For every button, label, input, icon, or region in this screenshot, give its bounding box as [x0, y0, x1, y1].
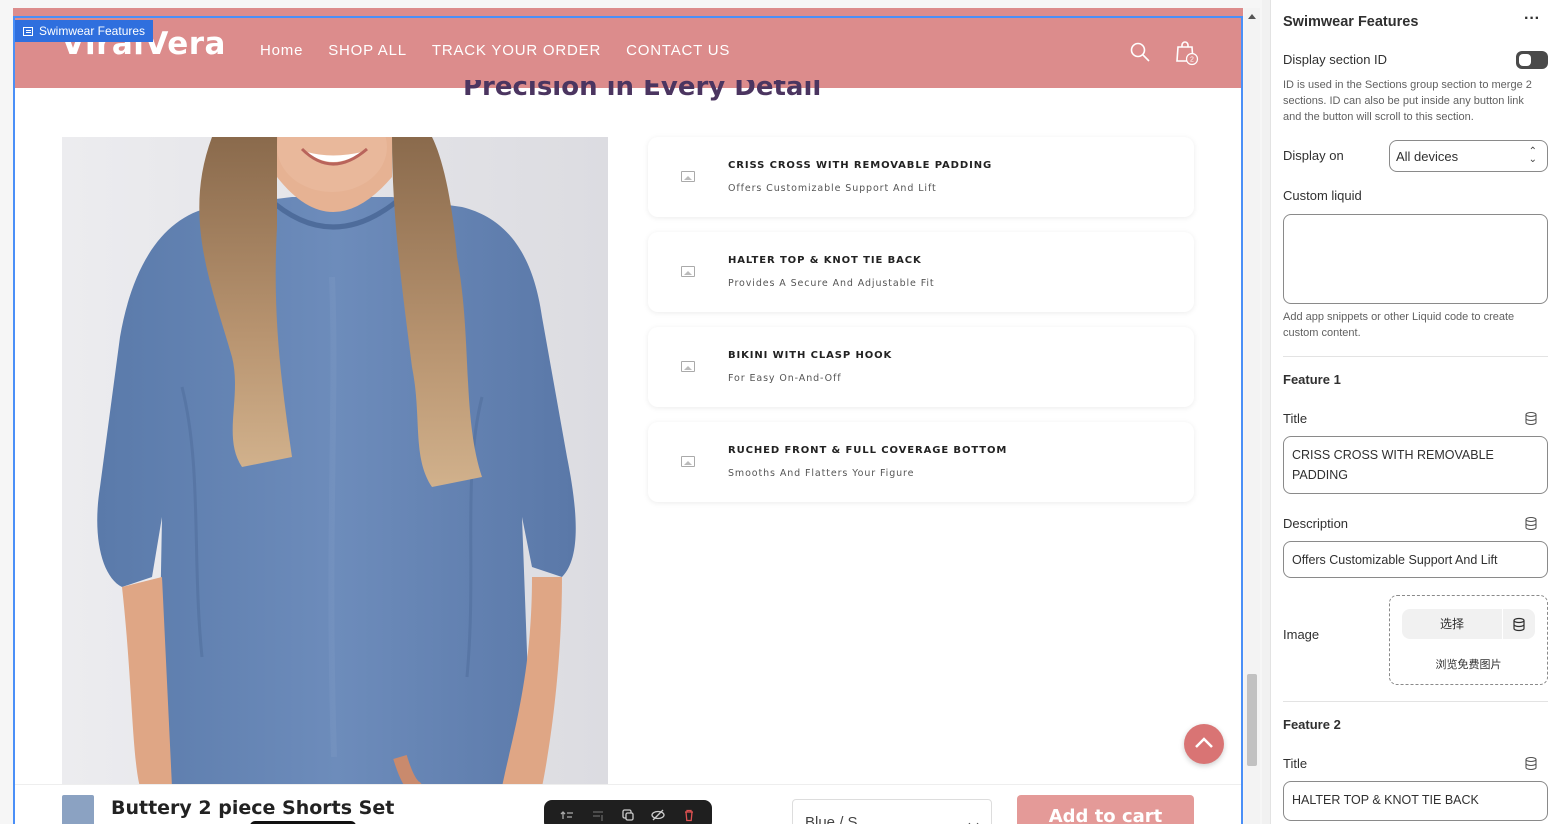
image-placeholder-icon — [681, 456, 695, 467]
display-section-id-help: ID is used in the Sections group section… — [1283, 79, 1532, 123]
more-options-button[interactable]: ··· — [1521, 11, 1543, 30]
feature-2-heading: Feature 2 — [1283, 717, 1341, 732]
image-placeholder-icon — [681, 266, 695, 277]
move-down-icon[interactable] — [591, 808, 605, 822]
sticky-product-title: Buttery 2 piece Shorts Set — [111, 797, 395, 819]
feature-title: RUCHED FRONT & FULL COVERAGE BOTTOM — [728, 445, 1008, 456]
search-icon[interactable] — [1130, 42, 1150, 62]
move-up-icon[interactable] — [560, 808, 574, 822]
dynamic-source-icon[interactable] — [1525, 412, 1537, 425]
feature-description: Smooths And Flatters Your Figure — [728, 468, 915, 479]
cart-icon[interactable]: 2 — [1173, 39, 1201, 67]
display-section-id-toggle[interactable] — [1516, 51, 1548, 69]
dynamic-source-icon[interactable] — [1525, 517, 1537, 530]
feature-description: For Easy On-And-Off — [728, 373, 842, 384]
scroll-to-top-button[interactable] — [1184, 724, 1224, 764]
hide-icon[interactable] — [651, 808, 666, 822]
feature-1-title-label: Title — [1283, 411, 1308, 426]
feature-1-description-label: Description — [1283, 516, 1349, 531]
add-to-cart-button[interactable]: Add to cart — [1017, 795, 1194, 824]
section-tag[interactable]: Swimwear Features — [15, 20, 154, 42]
preview-frame: ViralVera Home SHOP ALL TRACK YOUR ORDER… — [13, 8, 1243, 824]
feature-1-image-picker: 选择 浏览免费图片 — [1389, 595, 1548, 685]
section-icon — [23, 26, 33, 36]
custom-liquid-help: Add app snippets or other Liquid code to… — [1283, 311, 1515, 339]
custom-liquid-label: Custom liquid — [1283, 188, 1362, 203]
display-section-id-label: Display section ID — [1283, 52, 1388, 67]
chevron-up-icon — [1195, 737, 1213, 748]
dynamic-source-icon[interactable] — [1525, 757, 1537, 770]
choose-image-button[interactable]: 选择 — [1402, 609, 1502, 639]
feature-title: HALTER TOP & KNOT TIE BACK — [728, 255, 922, 266]
feature-card[interactable]: RUCHED FRONT & FULL COVERAGE BOTTOM Smoo… — [648, 422, 1194, 502]
feature-title: BIKINI WITH CLASP HOOK — [728, 350, 893, 361]
product-image — [62, 137, 608, 787]
display-on-select[interactable]: All devices ⌃ ⌄ — [1389, 140, 1548, 172]
feature-1-title-input[interactable]: CRISS CROSS WITH REMOVABLE PADDING — [1283, 436, 1548, 494]
variant-select[interactable]: Blue / S — [792, 799, 992, 824]
delete-icon[interactable] — [682, 808, 696, 822]
divider — [1283, 701, 1548, 702]
feature-description: Offers Customizable Support And Lift — [728, 183, 937, 194]
panel-title: Swimwear Features — [1283, 14, 1419, 30]
nav-shop-all[interactable]: SHOP ALL — [328, 42, 407, 59]
nav-home[interactable]: Home — [260, 42, 303, 59]
feature-card[interactable]: HALTER TOP & KNOT TIE BACK Provides A Se… — [648, 232, 1194, 312]
feature-card[interactable]: CRISS CROSS WITH REMOVABLE PADDING Offer… — [648, 137, 1194, 217]
select-arrows-icon: ⌃ ⌄ — [1528, 146, 1537, 165]
feature-1-image-label: Image — [1283, 627, 1320, 642]
preview-scrollbar[interactable] — [1244, 8, 1260, 824]
section-settings-panel: Swimwear Features ··· Display section ID… — [1270, 0, 1554, 824]
store-nav: Home SHOP ALL TRACK YOUR ORDER CONTACT U… — [260, 42, 730, 59]
block-toolbar — [544, 800, 712, 824]
store-header: ViralVera Home SHOP ALL TRACK YOUR ORDER… — [13, 8, 1243, 88]
cart-count: 2 — [1190, 57, 1194, 64]
custom-liquid-textarea[interactable] — [1283, 214, 1548, 304]
feature-1-heading: Feature 1 — [1283, 372, 1341, 387]
feature-title: CRISS CROSS WITH REMOVABLE PADDING — [728, 160, 993, 171]
image-placeholder-icon — [681, 171, 695, 182]
chevron-down-icon — [968, 818, 979, 824]
sticky-product-thumbnail — [62, 795, 94, 824]
variant-value: Blue / S — [805, 814, 858, 824]
scrollbar-thumb[interactable] — [1247, 674, 1257, 766]
feature-2-title-input[interactable]: HALTER TOP & KNOT TIE BACK — [1283, 781, 1548, 821]
dynamic-source-icon — [1513, 617, 1525, 632]
display-on-label: Display on — [1283, 148, 1344, 163]
image-dynamic-source-button[interactable] — [1503, 609, 1535, 639]
scroll-up-arrow-icon[interactable] — [1248, 14, 1256, 19]
theme-preview: ViralVera Home SHOP ALL TRACK YOUR ORDER… — [0, 0, 1262, 824]
image-placeholder-icon — [681, 361, 695, 372]
section-tag-label: Swimwear Features — [39, 24, 146, 38]
nav-contact-us[interactable]: CONTACT US — [626, 42, 730, 59]
feature-description: Provides A Secure And Adjustable Fit — [728, 278, 935, 289]
display-on-value: All devices — [1396, 149, 1459, 164]
duplicate-icon[interactable] — [621, 808, 635, 822]
browse-free-images-link[interactable]: 浏览免费图片 — [1390, 656, 1547, 672]
nav-track-order[interactable]: TRACK YOUR ORDER — [432, 42, 601, 59]
divider — [1283, 356, 1548, 357]
feature-1-description-input[interactable]: Offers Customizable Support And Lift — [1283, 541, 1548, 578]
feature-2-title-label: Title — [1283, 756, 1308, 771]
feature-card[interactable]: BIKINI WITH CLASP HOOK For Easy On-And-O… — [648, 327, 1194, 407]
